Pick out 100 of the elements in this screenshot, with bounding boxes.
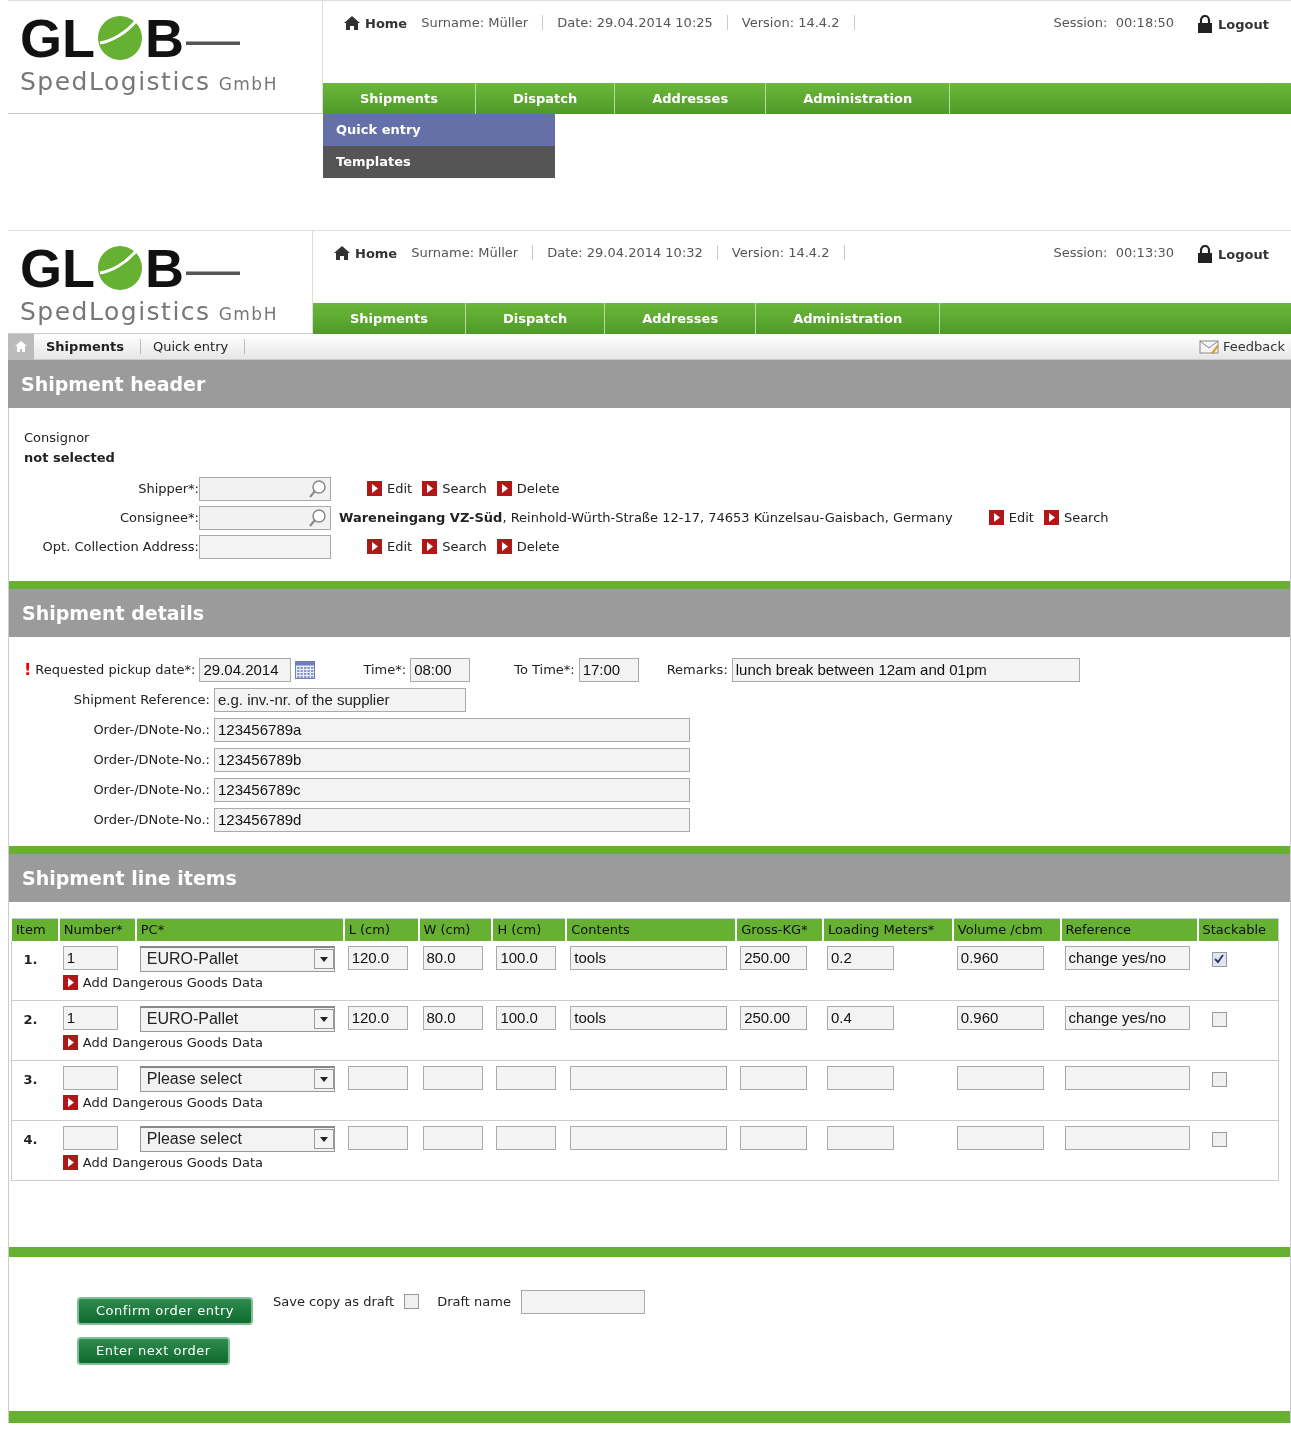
search-icon[interactable] xyxy=(308,478,328,499)
stackable-checkbox[interactable] xyxy=(1211,1131,1227,1147)
l-field[interactable] xyxy=(347,1065,408,1090)
logout-link[interactable]: Logout xyxy=(1198,15,1269,33)
number-field[interactable]: 1 xyxy=(62,945,118,970)
contents-field[interactable] xyxy=(570,1065,728,1090)
stackable-checkbox[interactable] xyxy=(1211,1011,1227,1027)
gross-field[interactable] xyxy=(740,1125,808,1150)
loading-field[interactable]: 0.4 xyxy=(827,1005,894,1030)
home-icon[interactable] xyxy=(14,340,28,353)
gross-field[interactable]: 250.00 xyxy=(740,945,808,970)
pallet-select[interactable]: Please select xyxy=(139,1065,335,1092)
search-field[interactable] xyxy=(199,476,331,501)
breadcrumb-link[interactable]: Quick entry xyxy=(140,339,246,354)
h-field[interactable]: 100.0 xyxy=(496,945,557,970)
reference-field[interactable]: e.g. inv.-nr. of the supplier xyxy=(214,687,466,712)
action-link[interactable]: Edit xyxy=(988,510,1034,525)
search-field[interactable] xyxy=(199,505,331,530)
volume-field[interactable]: 0.960 xyxy=(956,945,1044,970)
l-field[interactable]: 120.0 xyxy=(347,945,408,970)
h-field[interactable] xyxy=(496,1065,557,1090)
pallet-select[interactable]: EURO-Pallet xyxy=(139,945,335,972)
volume-field[interactable]: 0.960 xyxy=(956,1005,1044,1030)
number-field[interactable]: 1 xyxy=(62,1005,118,1030)
search-icon[interactable] xyxy=(308,507,328,528)
field-label: Remarks: xyxy=(666,662,728,677)
calendar-icon[interactable] xyxy=(295,660,316,679)
dangerous-goods-link[interactable]: Add Dangerous Goods Data xyxy=(62,1094,1274,1110)
menu-item[interactable]: Templates xyxy=(323,146,555,178)
h-field[interactable]: 100.0 xyxy=(496,1005,557,1030)
contents-field[interactable]: tools xyxy=(570,1005,728,1030)
column-header: Stackable xyxy=(1197,918,1279,941)
menu-item[interactable]: Quick entry xyxy=(323,114,555,146)
contents-field[interactable] xyxy=(570,1125,728,1150)
consignee-address: Wareneingang VZ-Süd, Reinhold-Würth-Straße 12-17, 74653 Künzelsau-Gaisbach, Germany xyxy=(339,510,953,525)
logo-text: GL xyxy=(20,241,95,295)
address-field[interactable] xyxy=(199,534,331,559)
submit-button[interactable]: Enter next order xyxy=(77,1336,230,1365)
pallet-select[interactable]: EURO-Pallet xyxy=(139,1005,335,1032)
order-number-field[interactable]: 123456789d xyxy=(214,807,690,832)
draft-checkbox[interactable] xyxy=(404,1294,420,1309)
date-field[interactable]: 29.04.2014 xyxy=(199,657,292,682)
action-link[interactable]: Search xyxy=(422,481,487,496)
action-link[interactable]: Search xyxy=(1043,510,1109,525)
loading-field[interactable] xyxy=(827,1065,894,1090)
loading-field[interactable]: 0.2 xyxy=(827,945,894,970)
section-title: Shipment line items xyxy=(9,854,1290,902)
reference-field[interactable]: change yes/no xyxy=(1064,945,1190,970)
order-number-field[interactable]: 123456789a xyxy=(214,717,690,742)
reference-field[interactable] xyxy=(1064,1125,1190,1150)
draft-name-field[interactable] xyxy=(520,1289,645,1314)
field-label: Opt. Collection Address: xyxy=(41,539,199,554)
h-field[interactable] xyxy=(496,1125,557,1150)
logo-text: GL xyxy=(20,11,95,65)
action-link[interactable]: Edit xyxy=(367,481,413,496)
volume-field[interactable] xyxy=(956,1065,1044,1090)
number-field[interactable] xyxy=(62,1065,118,1090)
volume-field[interactable] xyxy=(956,1125,1044,1150)
stackable-checkbox[interactable] xyxy=(1211,1071,1227,1087)
dangerous-goods-link[interactable]: Add Dangerous Goods Data xyxy=(62,1154,1274,1170)
order-number-field[interactable]: 123456789b xyxy=(214,747,690,772)
loading-field[interactable] xyxy=(827,1125,894,1150)
logo-dash: — xyxy=(186,11,240,65)
logo-suffix: GmbH xyxy=(218,74,278,94)
action-link[interactable]: Edit xyxy=(367,539,413,554)
feedback-link[interactable]: Feedback xyxy=(1199,338,1291,355)
pallet-select[interactable]: Please select xyxy=(139,1125,335,1152)
stackable-checkbox[interactable] xyxy=(1211,951,1227,967)
w-field[interactable] xyxy=(422,1065,483,1090)
action-link[interactable]: Delete xyxy=(496,539,560,554)
gross-field[interactable] xyxy=(740,1065,808,1090)
remarks-field[interactable]: lunch break between 12am and 01pm xyxy=(731,657,1080,682)
action-link[interactable]: Search xyxy=(422,539,487,554)
consignor-value: not selected xyxy=(24,449,116,467)
logout-link[interactable]: Logout xyxy=(1198,245,1269,263)
home-link[interactable]: Home xyxy=(343,15,408,31)
time-field[interactable]: 08:00 xyxy=(410,657,471,682)
field-label: Requested pickup date*: xyxy=(35,662,196,677)
envelope-icon xyxy=(1199,338,1220,355)
time-field[interactable]: 17:00 xyxy=(578,657,639,682)
w-field[interactable]: 80.0 xyxy=(422,1005,483,1030)
home-link[interactable]: Home xyxy=(333,245,398,261)
caret-icon xyxy=(313,949,334,969)
reference-field[interactable] xyxy=(1064,1065,1190,1090)
contents-field[interactable]: tools xyxy=(570,945,728,970)
gross-field[interactable]: 250.00 xyxy=(740,1005,808,1030)
number-field[interactable] xyxy=(62,1125,118,1150)
lock-icon xyxy=(1198,245,1213,263)
w-field[interactable] xyxy=(422,1125,483,1150)
dangerous-goods-link[interactable]: Add Dangerous Goods Data xyxy=(62,1034,1274,1050)
order-number-field[interactable]: 123456789c xyxy=(214,777,690,802)
action-link[interactable]: Delete xyxy=(496,481,560,496)
submit-button[interactable]: Confirm order entry xyxy=(77,1296,254,1325)
reference-field[interactable]: change yes/no xyxy=(1064,1005,1190,1030)
w-field[interactable]: 80.0 xyxy=(422,945,483,970)
column-header: Contents xyxy=(566,918,737,941)
dangerous-goods-link[interactable]: Add Dangerous Goods Data xyxy=(62,974,1274,990)
l-field[interactable] xyxy=(347,1125,408,1150)
breadcrumb-link[interactable]: Shipments xyxy=(34,339,141,354)
l-field[interactable]: 120.0 xyxy=(347,1005,408,1030)
